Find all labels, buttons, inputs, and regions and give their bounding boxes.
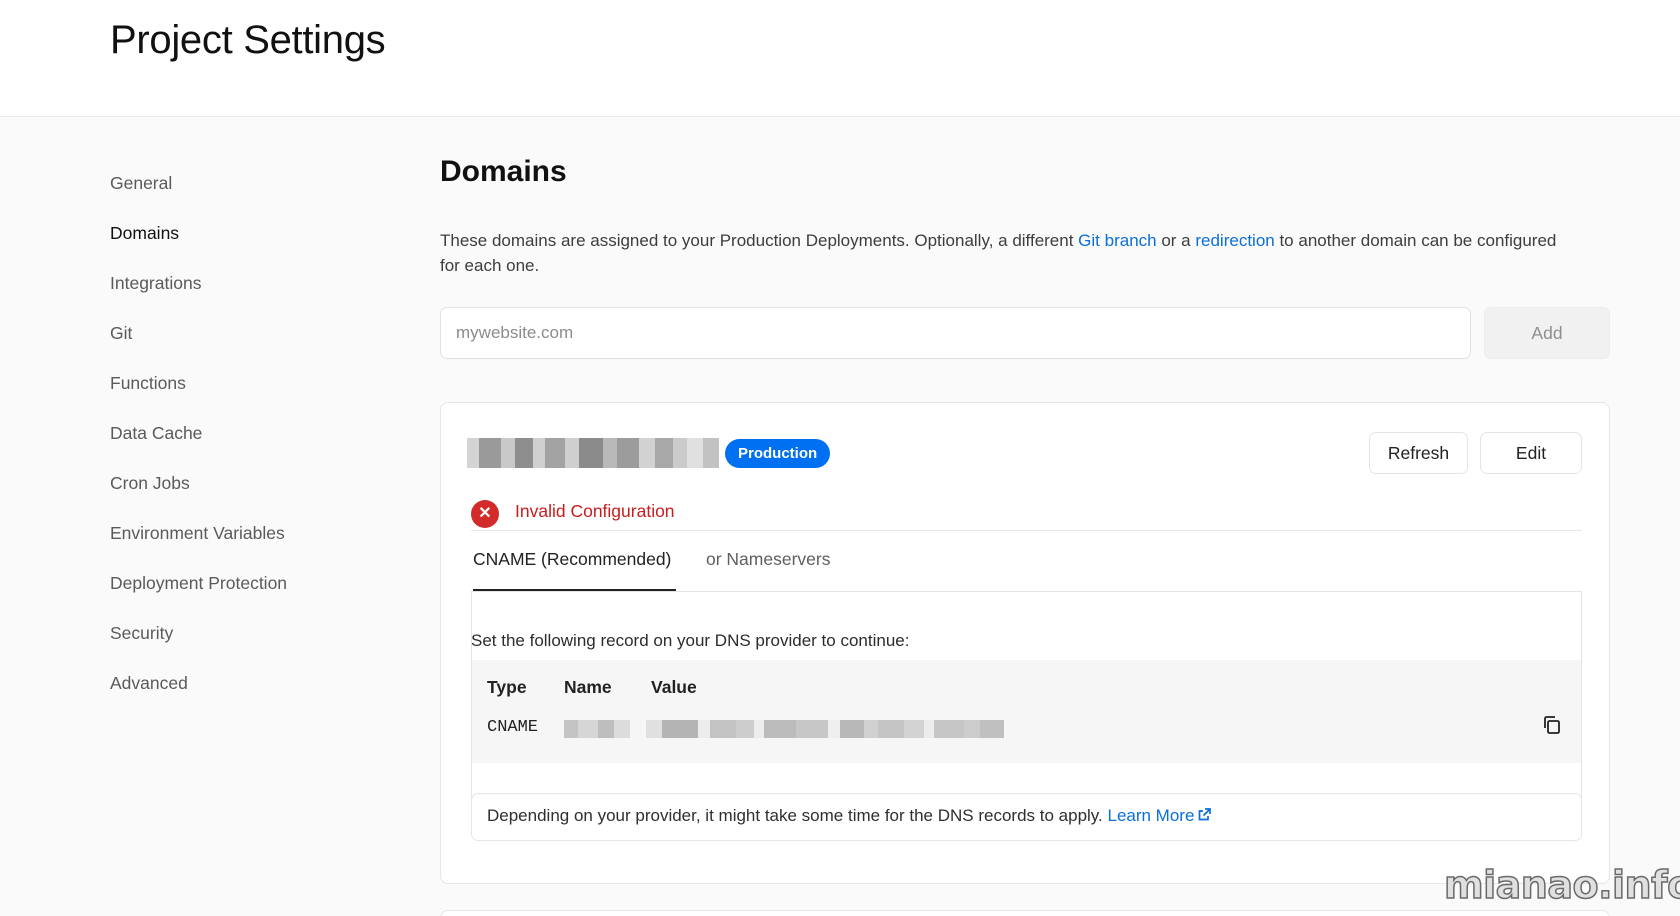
column-header-type: Type (487, 677, 527, 697)
domains-description: These domains are assigned to your Produ… (440, 228, 1570, 278)
learn-more-label: Learn More (1107, 806, 1195, 825)
description-text: These domains are assigned to your Produ… (440, 231, 1079, 250)
sidebar-item-environment-variables[interactable]: Environment Variables (110, 518, 287, 568)
domain-card: Production Refresh Edit ✕ Invalid Config… (440, 402, 1610, 884)
copy-icon[interactable] (1541, 714, 1563, 736)
error-status: Invalid Configuration (515, 501, 675, 521)
sidebar-item-deployment-protection[interactable]: Deployment Protection (110, 568, 287, 618)
git-branch-link[interactable]: Git branch (1078, 231, 1156, 250)
add-domain-button[interactable]: Add (1484, 307, 1610, 359)
record-type-value: CNAME (487, 718, 539, 737)
domain-input[interactable] (440, 307, 1471, 359)
sidebar-item-git[interactable]: Git (110, 318, 287, 368)
edit-button[interactable]: Edit (1480, 432, 1582, 474)
dns-propagation-note: Depending on your provider, it might tak… (471, 793, 1582, 841)
note-message: Depending on your provider, it might tak… (487, 806, 1108, 825)
column-header-name: Name (564, 677, 612, 697)
column-header-value: Value (651, 677, 697, 697)
x-circle-icon: ✕ (471, 500, 499, 528)
section-title: Domains (440, 155, 567, 188)
redirection-link[interactable]: redirection (1195, 231, 1274, 250)
sidebar-item-security[interactable]: Security (110, 618, 287, 668)
learn-more-link[interactable]: Learn More (1107, 806, 1212, 825)
panel-border (1581, 591, 1582, 823)
record-value-redacted (646, 720, 1004, 738)
tab-nameservers[interactable]: or Nameservers (706, 549, 830, 589)
dns-instruction: Set the following record on your DNS pro… (471, 631, 910, 650)
domain-name-redacted (467, 438, 719, 468)
page-title: Project Settings (110, 18, 386, 62)
sidebar-item-cron-jobs[interactable]: Cron Jobs (110, 468, 287, 518)
divider (471, 530, 1582, 531)
refresh-button[interactable]: Refresh (1369, 432, 1468, 474)
sidebar-item-data-cache[interactable]: Data Cache (110, 418, 287, 468)
watermark: mianao.info (1443, 862, 1680, 908)
description-text: or a (1156, 231, 1196, 250)
sidebar-item-functions[interactable]: Functions (110, 368, 287, 418)
sidebar-item-integrations[interactable]: Integrations (110, 268, 287, 318)
dns-record-table: Type Name Value CNAME (472, 660, 1581, 763)
tabs-divider (471, 591, 1582, 592)
record-name-redacted (564, 720, 630, 738)
note-text: Depending on your provider, it might tak… (487, 806, 1212, 827)
sidebar-item-advanced[interactable]: Advanced (110, 668, 287, 718)
external-link-icon (1197, 807, 1212, 827)
sidebar-item-general[interactable]: General (110, 168, 287, 218)
tab-cname[interactable]: CNAME (Recommended) (473, 549, 676, 591)
domains-section: Domains These domains are assigned to yo… (440, 155, 1610, 916)
settings-sidebar: General Domains Integrations Git Functio… (110, 168, 287, 718)
top-header: Project Settings (0, 0, 1680, 117)
next-domain-card (440, 910, 1610, 916)
production-badge: Production (725, 439, 831, 468)
sidebar-item-domains[interactable]: Domains (110, 218, 287, 268)
